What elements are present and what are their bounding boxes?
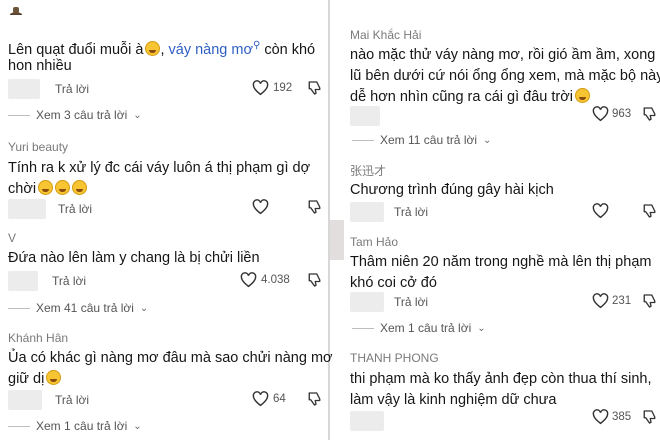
replies-line: [352, 139, 374, 141]
avatar-placeholder: [8, 390, 42, 410]
comment-author[interactable]: Khánh Hân: [8, 331, 68, 345]
chevron-down-icon: ⌄: [133, 420, 142, 432]
view-replies-button[interactable]: Xem 11 câu trả lời ⌄: [352, 133, 491, 147]
laughing-emoji-icon: [46, 370, 62, 385]
view-replies-label: Xem 3 câu trả lời: [36, 108, 128, 122]
comment-text-line2: lũ bên dưới cứ nói ổng ổng xem, mà mặc b…: [350, 68, 660, 84]
avatar-placeholder: [350, 202, 384, 222]
replies-line: [8, 307, 30, 309]
comment-author[interactable]: Yuri beauty: [8, 140, 68, 154]
view-replies-label: Xem 41 câu trả lời: [36, 301, 134, 315]
like-count: 231: [612, 295, 632, 307]
view-replies-button[interactable]: Xem 1 câu trả lời ⌄: [352, 321, 486, 335]
comment-text-line2: hon nhiều: [8, 58, 72, 74]
comment-author[interactable]: THANH PHONG: [350, 351, 439, 365]
comment-text-line2: khó coi cở đó: [350, 275, 437, 291]
view-replies-button[interactable]: Xem 3 câu trả lời ⌄: [8, 108, 142, 122]
laughing-emoji-icon: [145, 40, 161, 56]
comment-text: thi phạm mà ko thấy ảnh đẹp còn thua thí…: [350, 371, 652, 387]
comment-author[interactable]: 张迅才: [350, 162, 386, 179]
right-comment-panel: Mai Khắc Hải nào mặc thử váy nàng mơ, rồ…: [330, 0, 660, 440]
thumb-down-outline-icon[interactable]: [307, 272, 322, 288]
like-count: 64: [273, 393, 286, 405]
heart-outline-icon[interactable]: [592, 203, 609, 219]
thumb-down-outline-icon[interactable]: [307, 199, 322, 215]
replies-line: [8, 114, 30, 116]
avatar-placeholder: [8, 199, 46, 219]
thumb-down-outline-icon[interactable]: [642, 106, 657, 122]
replies-line: [352, 327, 374, 329]
heart-outline-icon[interactable]: [252, 199, 269, 215]
thumb-down-outline-icon[interactable]: [642, 409, 657, 425]
replies-line: [8, 425, 30, 427]
thumb-down-outline-icon[interactable]: [642, 203, 657, 219]
view-replies-label: Xem 1 câu trả lời: [36, 419, 128, 433]
comment-author[interactable]: Tam Hảo: [350, 235, 398, 249]
reply-button[interactable]: Trả lời: [394, 205, 428, 219]
comment-text: Tính ra k xử lý đc cái váy luôn á thị ph…: [8, 160, 311, 176]
chevron-down-icon: ⌄: [139, 302, 149, 314]
heart-outline-icon[interactable]: [592, 409, 609, 425]
reply-button[interactable]: Trả lời: [52, 274, 86, 288]
left-comment-panel: Lên quạt đuổi muỗi à, váy nàng mơ⚲ còn k…: [0, 0, 333, 440]
chevron-down-icon: ⌄: [477, 322, 486, 334]
reply-button[interactable]: Trả lời: [58, 202, 92, 216]
comment-text-line2: chời: [8, 179, 88, 200]
avatar-placeholder: [8, 271, 38, 291]
reply-button[interactable]: Trả lời: [394, 295, 428, 309]
view-replies-button[interactable]: Xem 41 câu trả lời ⌄: [8, 301, 148, 315]
like-count: 385: [612, 411, 632, 423]
avatar-placeholder: [350, 411, 384, 431]
comment-author[interactable]: Mai Khắc Hải: [350, 28, 421, 42]
comment-text: Đứa nào lên làm y chang là bị chửi liền: [8, 250, 260, 266]
view-replies-button[interactable]: Xem 1 câu trả lời ⌄: [8, 419, 142, 433]
comment-author[interactable]: V: [8, 231, 16, 245]
heart-outline-icon[interactable]: [252, 80, 269, 96]
like-count: 963: [612, 108, 632, 120]
keyword-link[interactable]: váy nàng mơ: [169, 42, 253, 58]
rofl-emoji-icon: [55, 180, 71, 195]
thumb-down-outline-icon[interactable]: [307, 391, 322, 407]
heart-outline-icon[interactable]: [240, 272, 257, 288]
avatar-placeholder: [350, 292, 384, 312]
view-replies-label: Xem 1 câu trả lời: [380, 321, 472, 335]
comment-text: Thâm niên 20 năm trong nghề mà lên thị p…: [350, 254, 652, 270]
rofl-emoji-icon: [38, 180, 54, 195]
comment-text: Ủa có khác gì nàng mơ đâu mà sao chửi nà…: [8, 350, 333, 366]
reply-button[interactable]: Trả lời: [55, 82, 89, 96]
heart-outline-icon[interactable]: [252, 391, 269, 407]
heart-outline-icon[interactable]: [592, 293, 609, 309]
thumb-down-outline-icon[interactable]: [642, 293, 657, 309]
scroll-edge: [330, 220, 344, 260]
chevron-down-icon: ⌄: [483, 134, 492, 146]
comment-text-line3: dễ hơn nhìn cũng ra cái gì đâu trời: [350, 87, 590, 108]
view-replies-label: Xem 11 câu trả lời: [380, 133, 478, 147]
avatar-placeholder: [350, 106, 380, 126]
comment-text-line2: làm vậy là kinh nghiệm dữ chưa: [350, 392, 557, 408]
like-count: 192: [273, 82, 293, 94]
reply-button[interactable]: Trả lời: [55, 393, 89, 407]
comment-text: nào mặc thử váy nàng mơ, rồi gió ầm ầm, …: [350, 47, 660, 63]
like-count: 4.038: [261, 274, 290, 286]
thumb-down-outline-icon[interactable]: [307, 80, 322, 96]
hat-avatar-icon: [10, 7, 22, 15]
comment-text-line2: giữ dị: [8, 369, 62, 390]
heart-outline-icon[interactable]: [592, 106, 609, 122]
chevron-down-icon: ⌄: [133, 109, 142, 121]
laughing-emoji-icon: [574, 88, 590, 103]
avatar-placeholder: [8, 79, 40, 99]
rofl-emoji-icon: [72, 180, 88, 195]
comment-text: Chương trình đúng gây hài kịch: [350, 182, 554, 198]
